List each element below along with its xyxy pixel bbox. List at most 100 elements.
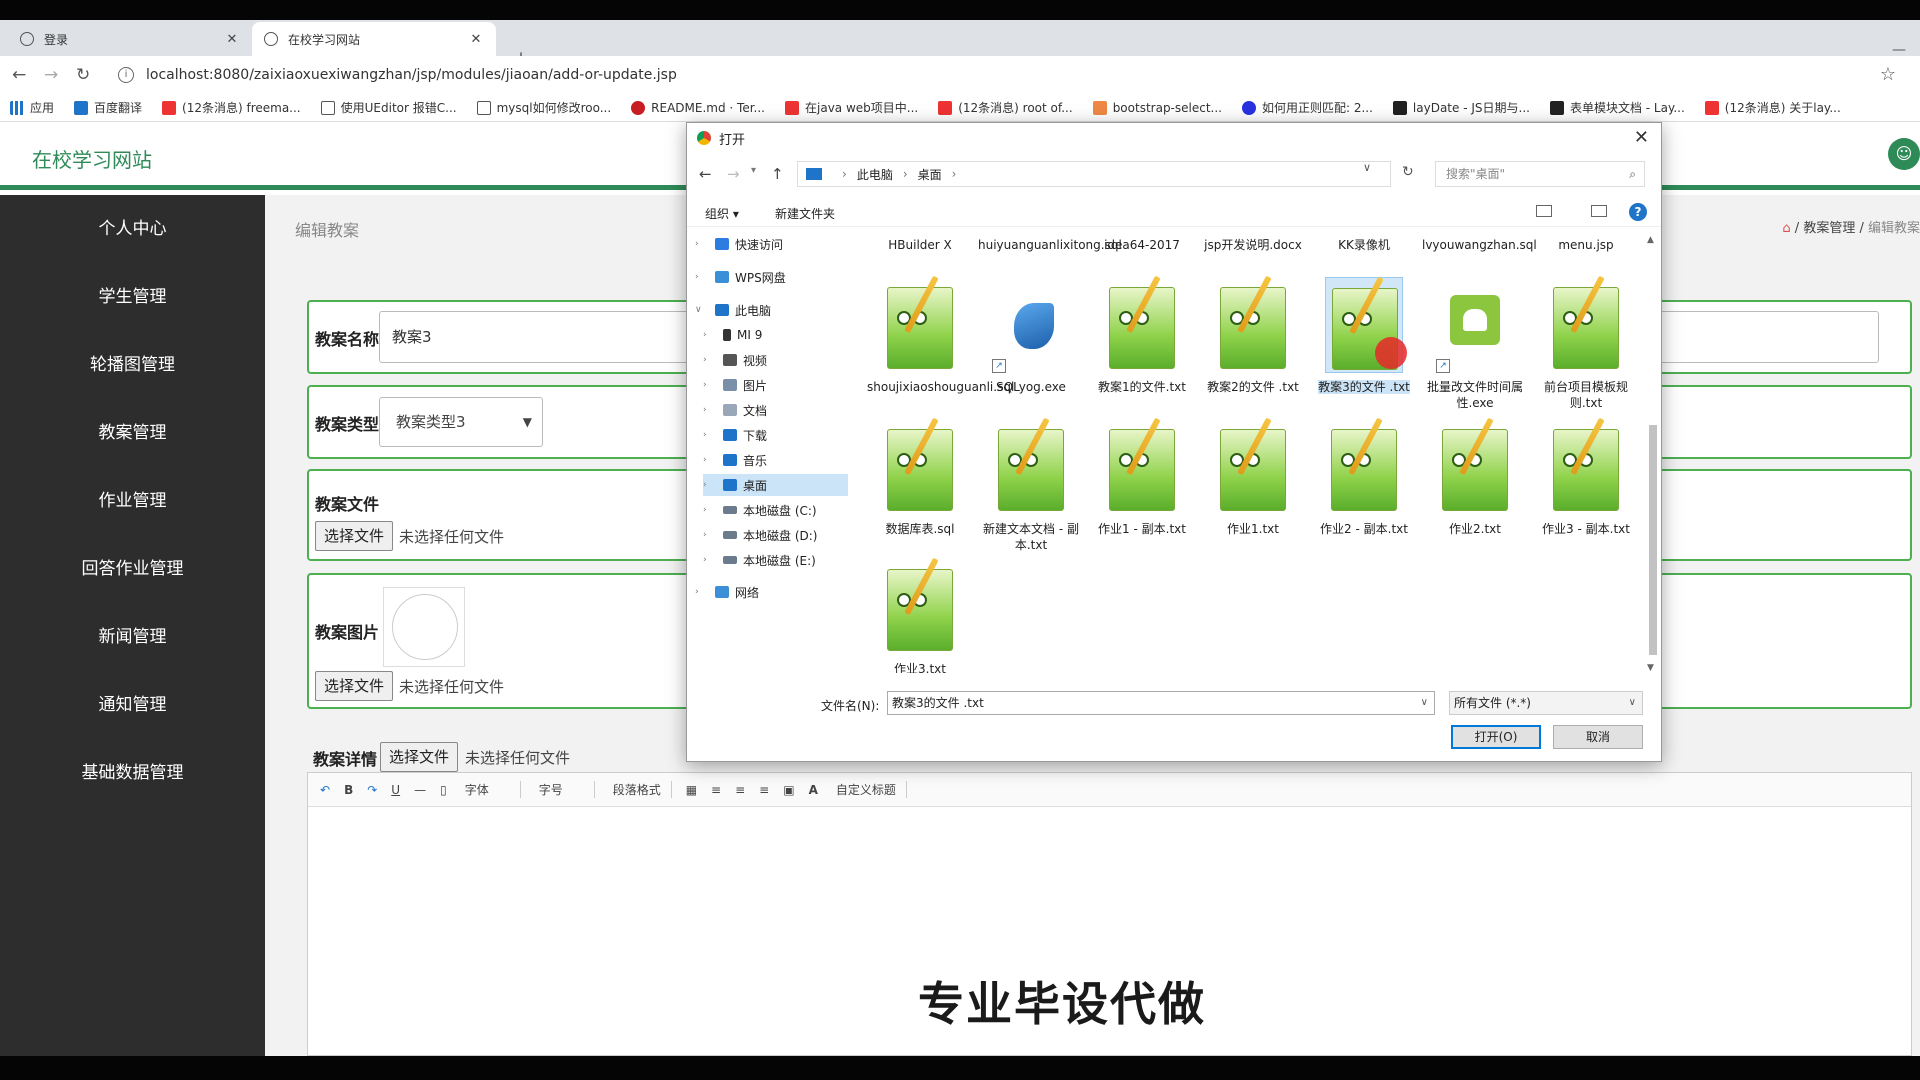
sidebar-item-lesson-plans[interactable]: 教案管理 (0, 399, 265, 467)
file-type-filter-select[interactable]: 所有文件 (*.*) ∨ (1449, 691, 1643, 715)
file-item[interactable]: jsp开发说明.docx (1200, 237, 1306, 253)
tree-item-network[interactable]: › 网络 (695, 581, 759, 603)
file-item[interactable]: 作业3.txt (867, 557, 973, 673)
view-mode-icon[interactable] (1536, 205, 1552, 217)
preview-pane-icon[interactable] (1591, 205, 1607, 217)
bookmark-item[interactable]: layDate - JS日期与... (1392, 99, 1530, 116)
tree-item-quick-access[interactable]: › 快速访问 (695, 233, 783, 255)
bold-button[interactable]: B (344, 783, 353, 797)
file-item[interactable]: 作业1.txt (1200, 417, 1306, 537)
tab-site[interactable]: 在校学习网站 ✕ (252, 22, 496, 56)
underline-button[interactable]: U (391, 783, 400, 797)
sidebar-item-notices[interactable]: 通知管理 (0, 671, 265, 739)
close-icon[interactable]: ✕ (468, 32, 484, 47)
close-icon[interactable]: ✕ (224, 32, 240, 47)
align-left-icon[interactable]: ≡ (711, 783, 721, 797)
tree-item-pictures[interactable]: › 图片 (703, 374, 767, 396)
bookmark-apps[interactable]: 应用 (10, 99, 54, 116)
url-field[interactable]: i localhost:8080/zaixiaoxuexiwangzhan/js… (108, 61, 1868, 89)
file-item[interactable]: 作业2 - 副本.txt (1311, 417, 1417, 537)
user-icon[interactable]: ☺ (1888, 138, 1920, 170)
back-icon[interactable]: ← (12, 65, 26, 85)
table-icon[interactable]: ▦ (686, 783, 697, 797)
tree-item-videos[interactable]: › 视频 (703, 349, 767, 371)
bookmark-item[interactable]: (12条消息) 关于lay... (1704, 99, 1841, 116)
file-item[interactable]: idea64-2017 (1089, 237, 1195, 253)
file-item[interactable]: 教案1的文件.txt (1089, 275, 1195, 395)
scrollbar-thumb[interactable] (1649, 425, 1657, 655)
choose-image-button[interactable]: 选择文件 (315, 671, 394, 701)
path-item[interactable]: 桌面 (918, 166, 942, 183)
chevron-down-icon[interactable]: ∨ (1421, 692, 1428, 714)
cancel-button[interactable]: 取消 (1553, 725, 1643, 749)
file-item[interactable]: 教案2的文件 .txt (1200, 275, 1306, 395)
bookmark-item[interactable]: (12条消息) root of... (938, 99, 1073, 116)
font-family-select[interactable]: 字体 (461, 781, 521, 798)
info-icon[interactable]: i (118, 67, 134, 83)
new-folder-button[interactable]: 新建文件夹 (775, 205, 835, 222)
custom-heading-select[interactable]: 自定义标题 (832, 781, 907, 798)
sidebar-item-students[interactable]: 学生管理 (0, 263, 265, 331)
sidebar-item-carousel[interactable]: 轮播图管理 (0, 331, 265, 399)
font-size-select[interactable]: 字号 (535, 781, 595, 798)
choose-detail-file-button[interactable]: 选择文件 (380, 742, 459, 772)
sidebar-item-basic-data[interactable]: 基础数据管理 (0, 739, 265, 807)
up-icon[interactable]: ↑ (771, 165, 784, 183)
file-item[interactable]: 新建文本文档 - 副本.txt (978, 417, 1084, 553)
star-icon[interactable]: ☆ (1880, 64, 1896, 85)
file-item[interactable]: shoujixiaoshouguanli.sql (867, 275, 1014, 395)
bookmark-item[interactable]: bootstrap-select... (1092, 100, 1222, 115)
sidebar-item-answers[interactable]: 回答作业管理 (0, 535, 265, 603)
file-item[interactable]: 作业2.txt (1422, 417, 1528, 537)
horizontal-rule-button[interactable]: — (414, 783, 426, 797)
file-item[interactable]: 前台项目模板规则.txt (1533, 275, 1637, 411)
paragraph-format-select[interactable]: 段落格式 (609, 781, 672, 798)
align-right-icon[interactable]: ≡ (735, 783, 745, 797)
path-breadcrumb[interactable]: › 此电脑 › 桌面 › (797, 161, 1391, 187)
file-item[interactable]: ↗ SQLyog.exe (978, 277, 1084, 395)
bookmark-item[interactable]: 如何用正则匹配: 2... (1241, 99, 1373, 116)
rich-text-editor[interactable]: ↶ B ↷ U — ▯ 字体 字号 段落格式 ▦ ≡ ≡ ≡ ▣ A 自定义标题… (307, 772, 1912, 1056)
site-title[interactable]: 在校学习网站 (32, 144, 152, 173)
reload-icon[interactable]: ↻ (76, 65, 90, 85)
file-item[interactable]: 作业3 - 副本.txt (1533, 417, 1637, 537)
file-item[interactable]: 作业1 - 副本.txt (1089, 417, 1195, 537)
file-item-selected[interactable]: 教案3的文件 .txt (1311, 276, 1417, 395)
search-input[interactable]: 搜索"桌面" ⌕ (1435, 161, 1645, 187)
lesson-type-select[interactable]: 教案类型3 ▼ (379, 397, 543, 447)
forward-icon[interactable]: → (44, 65, 58, 85)
font-color-button[interactable]: A (809, 783, 818, 797)
chevron-up-icon[interactable]: ▲ (1647, 235, 1654, 245)
forward-icon[interactable]: → (727, 165, 740, 183)
redo-icon[interactable]: ↷ (367, 783, 377, 797)
chevron-down-icon[interactable]: ▼ (1647, 663, 1654, 673)
tree-item-downloads[interactable]: › 下载 (703, 424, 767, 446)
close-icon[interactable]: ✕ (1634, 127, 1649, 148)
home-icon[interactable]: ⌂ (1782, 221, 1790, 236)
bookmark-item[interactable]: 表单模块文档 - Lay... (1549, 99, 1685, 116)
file-item[interactable]: HBuilder X (867, 237, 973, 253)
tab-login[interactable]: 登录 ✕ (8, 22, 252, 56)
tree-item-drive-c[interactable]: › 本地磁盘 (C:) (703, 499, 817, 521)
file-item[interactable]: huiyuanguanlixitong.sql (978, 237, 1122, 253)
tree-item-this-pc[interactable]: ∨ 此电脑 (695, 299, 771, 321)
tree-item-drive-e[interactable]: › 本地磁盘 (E:) (703, 549, 816, 571)
filename-input[interactable]: 教案3的文件 .txt ∨ (887, 691, 1435, 715)
chevron-down-icon[interactable]: ∨ (1363, 161, 1371, 174)
justify-icon[interactable]: ≡ (759, 783, 769, 797)
file-item[interactable]: menu.jsp (1533, 237, 1637, 253)
back-icon[interactable]: ← (699, 165, 712, 183)
bookmark-item[interactable]: README.md · Ter... (631, 100, 765, 115)
tree-item-mi9[interactable]: › MI 9 (703, 324, 762, 346)
undo-icon[interactable]: ↶ (320, 783, 330, 797)
help-icon[interactable]: ? (1629, 203, 1647, 221)
file-item[interactable]: ↗ 批量改文件时间属性.exe (1422, 277, 1528, 411)
image-icon[interactable]: ▣ (783, 783, 794, 797)
organize-button[interactable]: 组织 ▾ (705, 205, 739, 222)
file-item[interactable]: KK录像机 (1311, 237, 1417, 253)
recent-dropdown-icon[interactable]: ▾ (751, 165, 756, 176)
tree-item-documents[interactable]: › 文档 (703, 399, 767, 421)
tree-item-wps-cloud[interactable]: › WPS网盘 (695, 266, 786, 288)
tree-item-desktop[interactable]: › 桌面 (703, 474, 848, 496)
open-button[interactable]: 打开(O) (1451, 725, 1541, 749)
